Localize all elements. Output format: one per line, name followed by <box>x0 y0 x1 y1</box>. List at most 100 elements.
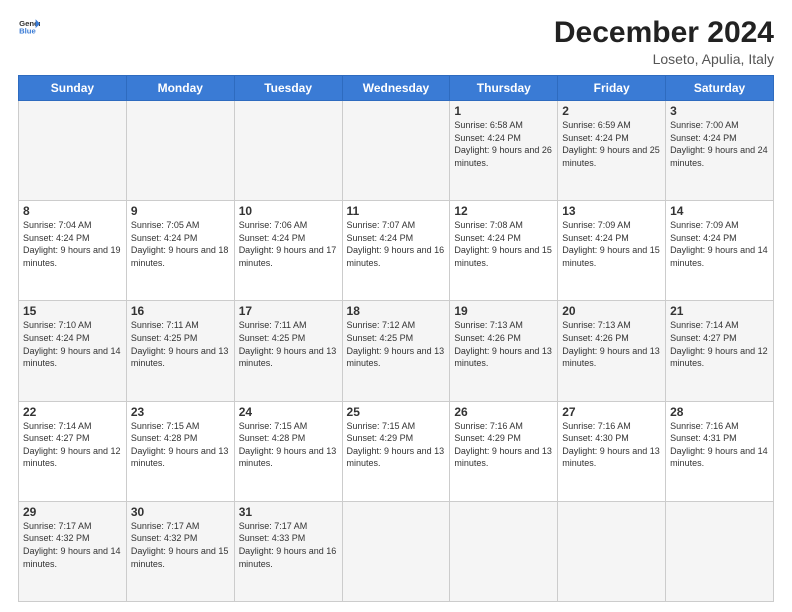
day-number: 16 <box>131 304 230 318</box>
day-info: Sunrise: 7:17 AMSunset: 4:33 PMDaylight:… <box>239 521 337 569</box>
day-number: 1 <box>454 104 553 118</box>
day-info: Sunrise: 7:06 AMSunset: 4:24 PMDaylight:… <box>239 220 337 268</box>
day-number: 19 <box>454 304 553 318</box>
table-row: 29 Sunrise: 7:17 AMSunset: 4:32 PMDaylig… <box>19 501 127 601</box>
day-number: 2 <box>562 104 661 118</box>
header-tuesday: Tuesday <box>234 76 342 101</box>
day-info: Sunrise: 7:16 AMSunset: 4:31 PMDaylight:… <box>670 421 768 469</box>
header-friday: Friday <box>558 76 666 101</box>
day-info: Sunrise: 7:10 AMSunset: 4:24 PMDaylight:… <box>23 320 121 368</box>
calendar-week-5: 29 Sunrise: 7:17 AMSunset: 4:32 PMDaylig… <box>19 501 774 601</box>
table-row: 3 Sunrise: 7:00 AMSunset: 4:24 PMDayligh… <box>666 101 774 201</box>
day-info: Sunrise: 7:15 AMSunset: 4:29 PMDaylight:… <box>347 421 445 469</box>
table-row: 11 Sunrise: 7:07 AMSunset: 4:24 PMDaylig… <box>342 201 450 301</box>
calendar-week-4: 22 Sunrise: 7:14 AMSunset: 4:27 PMDaylig… <box>19 401 774 501</box>
table-row <box>450 501 558 601</box>
day-info: Sunrise: 7:07 AMSunset: 4:24 PMDaylight:… <box>347 220 445 268</box>
day-info: Sunrise: 6:58 AMSunset: 4:24 PMDaylight:… <box>454 120 552 168</box>
table-row: 18 Sunrise: 7:12 AMSunset: 4:25 PMDaylig… <box>342 301 450 401</box>
day-info: Sunrise: 7:11 AMSunset: 4:25 PMDaylight:… <box>131 320 229 368</box>
table-row: 15 Sunrise: 7:10 AMSunset: 4:24 PMDaylig… <box>19 301 127 401</box>
day-number: 27 <box>562 405 661 419</box>
table-row <box>19 101 127 201</box>
day-number: 28 <box>670 405 769 419</box>
day-number: 14 <box>670 204 769 218</box>
table-row: 23 Sunrise: 7:15 AMSunset: 4:28 PMDaylig… <box>126 401 234 501</box>
day-info: Sunrise: 7:17 AMSunset: 4:32 PMDaylight:… <box>23 521 121 569</box>
day-number: 31 <box>239 505 338 519</box>
day-info: Sunrise: 7:08 AMSunset: 4:24 PMDaylight:… <box>454 220 552 268</box>
day-info: Sunrise: 7:09 AMSunset: 4:24 PMDaylight:… <box>670 220 768 268</box>
day-number: 24 <box>239 405 338 419</box>
table-row: 19 Sunrise: 7:13 AMSunset: 4:26 PMDaylig… <box>450 301 558 401</box>
day-info: Sunrise: 7:17 AMSunset: 4:32 PMDaylight:… <box>131 521 229 569</box>
day-info: Sunrise: 7:14 AMSunset: 4:27 PMDaylight:… <box>670 320 768 368</box>
title-block: December 2024 Loseto, Apulia, Italy <box>554 16 774 67</box>
day-info: Sunrise: 7:00 AMSunset: 4:24 PMDaylight:… <box>670 120 768 168</box>
day-number: 12 <box>454 204 553 218</box>
main-title: December 2024 <box>554 16 774 49</box>
day-number: 8 <box>23 204 122 218</box>
day-number: 9 <box>131 204 230 218</box>
table-row: 26 Sunrise: 7:16 AMSunset: 4:29 PMDaylig… <box>450 401 558 501</box>
day-number: 17 <box>239 304 338 318</box>
table-row: 9 Sunrise: 7:05 AMSunset: 4:24 PMDayligh… <box>126 201 234 301</box>
day-info: Sunrise: 7:14 AMSunset: 4:27 PMDaylight:… <box>23 421 121 469</box>
day-info: Sunrise: 7:16 AMSunset: 4:30 PMDaylight:… <box>562 421 660 469</box>
day-info: Sunrise: 6:59 AMSunset: 4:24 PMDaylight:… <box>562 120 660 168</box>
calendar-week-3: 15 Sunrise: 7:10 AMSunset: 4:24 PMDaylig… <box>19 301 774 401</box>
day-info: Sunrise: 7:11 AMSunset: 4:25 PMDaylight:… <box>239 320 337 368</box>
table-row <box>666 501 774 601</box>
table-row: 31 Sunrise: 7:17 AMSunset: 4:33 PMDaylig… <box>234 501 342 601</box>
day-info: Sunrise: 7:16 AMSunset: 4:29 PMDaylight:… <box>454 421 552 469</box>
table-row: 8 Sunrise: 7:04 AMSunset: 4:24 PMDayligh… <box>19 201 127 301</box>
table-row: 14 Sunrise: 7:09 AMSunset: 4:24 PMDaylig… <box>666 201 774 301</box>
table-row: 2 Sunrise: 6:59 AMSunset: 4:24 PMDayligh… <box>558 101 666 201</box>
day-info: Sunrise: 7:05 AMSunset: 4:24 PMDaylight:… <box>131 220 229 268</box>
table-row: 21 Sunrise: 7:14 AMSunset: 4:27 PMDaylig… <box>666 301 774 401</box>
header-monday: Monday <box>126 76 234 101</box>
subtitle: Loseto, Apulia, Italy <box>554 51 774 67</box>
day-info: Sunrise: 7:13 AMSunset: 4:26 PMDaylight:… <box>454 320 552 368</box>
logo: General Blue <box>18 16 40 38</box>
day-info: Sunrise: 7:15 AMSunset: 4:28 PMDaylight:… <box>239 421 337 469</box>
day-number: 10 <box>239 204 338 218</box>
day-number: 20 <box>562 304 661 318</box>
day-info: Sunrise: 7:15 AMSunset: 4:28 PMDaylight:… <box>131 421 229 469</box>
logo-icon: General Blue <box>18 16 40 38</box>
table-row <box>234 101 342 201</box>
table-row: 1 Sunrise: 6:58 AMSunset: 4:24 PMDayligh… <box>450 101 558 201</box>
day-number: 25 <box>347 405 446 419</box>
table-row <box>126 101 234 201</box>
page: General Blue December 2024 Loseto, Apuli… <box>0 0 792 612</box>
calendar-table: Sunday Monday Tuesday Wednesday Thursday… <box>18 75 774 602</box>
table-row: 10 Sunrise: 7:06 AMSunset: 4:24 PMDaylig… <box>234 201 342 301</box>
day-number: 13 <box>562 204 661 218</box>
day-number: 26 <box>454 405 553 419</box>
day-number: 22 <box>23 405 122 419</box>
day-number: 29 <box>23 505 122 519</box>
table-row: 22 Sunrise: 7:14 AMSunset: 4:27 PMDaylig… <box>19 401 127 501</box>
table-row: 25 Sunrise: 7:15 AMSunset: 4:29 PMDaylig… <box>342 401 450 501</box>
day-number: 11 <box>347 204 446 218</box>
day-number: 21 <box>670 304 769 318</box>
header-row: Sunday Monday Tuesday Wednesday Thursday… <box>19 76 774 101</box>
table-row <box>342 501 450 601</box>
table-row: 17 Sunrise: 7:11 AMSunset: 4:25 PMDaylig… <box>234 301 342 401</box>
table-row: 16 Sunrise: 7:11 AMSunset: 4:25 PMDaylig… <box>126 301 234 401</box>
table-row <box>558 501 666 601</box>
day-number: 3 <box>670 104 769 118</box>
calendar-week-1: 1 Sunrise: 6:58 AMSunset: 4:24 PMDayligh… <box>19 101 774 201</box>
day-info: Sunrise: 7:09 AMSunset: 4:24 PMDaylight:… <box>562 220 660 268</box>
table-row: 27 Sunrise: 7:16 AMSunset: 4:30 PMDaylig… <box>558 401 666 501</box>
table-row: 13 Sunrise: 7:09 AMSunset: 4:24 PMDaylig… <box>558 201 666 301</box>
day-number: 30 <box>131 505 230 519</box>
header-wednesday: Wednesday <box>342 76 450 101</box>
svg-text:Blue: Blue <box>19 27 36 36</box>
calendar-week-2: 8 Sunrise: 7:04 AMSunset: 4:24 PMDayligh… <box>19 201 774 301</box>
table-row: 12 Sunrise: 7:08 AMSunset: 4:24 PMDaylig… <box>450 201 558 301</box>
header-thursday: Thursday <box>450 76 558 101</box>
day-info: Sunrise: 7:04 AMSunset: 4:24 PMDaylight:… <box>23 220 121 268</box>
header-saturday: Saturday <box>666 76 774 101</box>
table-row <box>342 101 450 201</box>
